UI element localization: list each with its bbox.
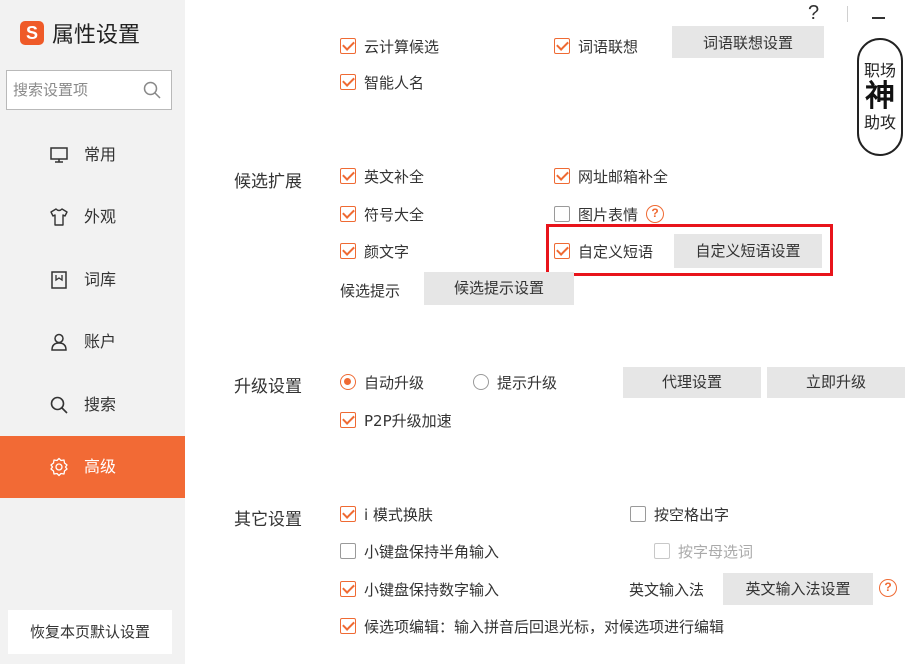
candidate-extension-section-label: 候选扩展: [234, 172, 302, 192]
clipped-top-row: 云计算候选 词语联想 词语联想设置: [330, 0, 850, 58]
upgrade-now-button[interactable]: 立即升级: [767, 367, 905, 398]
sidebar-item-dictionary[interactable]: 词库: [0, 249, 185, 311]
gear-icon: [50, 457, 68, 477]
image-emoji-help-icon[interactable]: ?: [646, 205, 665, 223]
app-title-text: 属性设置: [52, 23, 141, 48]
sidebar-item-label: 常用: [84, 145, 117, 164]
auto-upgrade-option[interactable]: 自动升级: [340, 372, 424, 392]
i-mode-skin-option[interactable]: i 模式换肤: [340, 504, 433, 524]
app-title: S 属性设置: [20, 18, 140, 48]
candidate-hint-label: 候选提示: [340, 282, 401, 300]
letter-select-checkbox: [654, 543, 670, 559]
sidebar-item-label: 账户: [84, 332, 117, 351]
sidebar-item-appearance[interactable]: 外观: [0, 186, 185, 248]
sidebar-item-search[interactable]: 搜索: [0, 374, 185, 436]
keypad-half-width-label: 小键盘保持半角输入: [364, 542, 500, 561]
word-association-option[interactable]: 词语联想: [554, 36, 638, 56]
url-email-option[interactable]: 网址邮箱补全: [554, 166, 668, 186]
symbols-checkbox[interactable]: [340, 206, 356, 222]
search-box[interactable]: [6, 70, 172, 110]
sogou-logo-icon: S: [20, 21, 44, 45]
dictionary-icon: [51, 271, 67, 289]
proxy-settings-button[interactable]: 代理设置: [623, 367, 761, 398]
image-emoji-checkbox[interactable]: [554, 206, 570, 222]
stamp-top-text: 职场: [863, 61, 896, 80]
symbols-label: 符号大全: [364, 205, 425, 224]
stamp-middle-text: 神: [865, 79, 895, 114]
english-complete-option[interactable]: 英文补全: [340, 166, 424, 186]
sidebar: S 属性设置 常用 外观 词库 账户: [0, 0, 185, 664]
english-complete-checkbox[interactable]: [340, 168, 356, 184]
search-icon: [50, 396, 68, 414]
monitor-icon: [50, 147, 68, 163]
image-emoji-label: 图片表情: [578, 205, 639, 224]
cloud-candidate-label: 云计算候选: [364, 37, 440, 56]
search-icon[interactable]: [143, 81, 161, 99]
minimize-button[interactable]: [872, 17, 885, 19]
search-input[interactable]: [13, 81, 139, 99]
space-output-label: 按空格出字: [654, 505, 730, 524]
sidebar-item-advanced[interactable]: 高级: [0, 436, 185, 498]
auto-upgrade-label: 自动升级: [364, 373, 425, 392]
prompt-upgrade-label: 提示升级: [497, 373, 558, 392]
smart-name-label: 智能人名: [364, 73, 425, 92]
letter-select-label: 按字母选词: [678, 542, 754, 561]
candidate-hint-settings-button[interactable]: 候选提示设置: [424, 272, 574, 305]
keypad-number-checkbox[interactable]: [340, 581, 356, 597]
sidebar-item-label: 高级: [84, 457, 117, 476]
prompt-upgrade-option[interactable]: 提示升级: [473, 372, 557, 392]
english-complete-label: 英文补全: [364, 167, 425, 186]
smart-name-checkbox[interactable]: [340, 74, 356, 90]
kaomoji-label: 颜文字: [364, 242, 410, 261]
space-output-option[interactable]: 按空格出字: [630, 504, 729, 524]
edit-candidate-option[interactable]: 候选项编辑：输入拼音后回退光标，对候选项进行编辑: [340, 616, 724, 636]
sidebar-item-label: 搜索: [84, 395, 117, 414]
user-icon: [51, 333, 67, 351]
word-association-settings-button[interactable]: 词语联想设置: [672, 26, 824, 58]
upgrade-section-label: 升级设置: [234, 377, 302, 397]
sidebar-item-account[interactable]: 账户: [0, 311, 185, 373]
p2p-upgrade-checkbox[interactable]: [340, 412, 356, 428]
prompt-upgrade-radio[interactable]: [473, 374, 489, 390]
restore-defaults-button[interactable]: 恢复本页默认设置: [8, 610, 172, 654]
smart-name-option[interactable]: 智能人名: [340, 72, 424, 92]
p2p-upgrade-label: P2P升级加速: [364, 411, 452, 430]
image-emoji-option[interactable]: 图片表情 ?: [554, 204, 665, 224]
highlight-box: [546, 224, 833, 276]
keypad-half-width-option[interactable]: 小键盘保持半角输入: [340, 541, 499, 561]
sidebar-item-common[interactable]: 常用: [0, 124, 185, 186]
english-ime-settings-button[interactable]: 英文输入法设置: [723, 573, 873, 605]
english-ime-help-icon[interactable]: ?: [879, 579, 897, 597]
symbols-option[interactable]: 符号大全: [340, 204, 424, 224]
workplace-stamp-logo: 职场 神 助攻: [857, 38, 903, 156]
auto-upgrade-radio[interactable]: [340, 374, 356, 390]
p2p-upgrade-option[interactable]: P2P升级加速: [340, 410, 452, 430]
cloud-candidate-option[interactable]: 云计算候选: [340, 36, 439, 56]
i-mode-skin-checkbox[interactable]: [340, 506, 356, 522]
other-settings-section-label: 其它设置: [234, 510, 302, 530]
edit-candidate-checkbox[interactable]: [340, 618, 356, 634]
sidebar-item-label: 外观: [84, 207, 117, 226]
url-email-label: 网址邮箱补全: [578, 167, 669, 186]
letter-select-option: 按字母选词: [654, 541, 753, 561]
keypad-number-option[interactable]: 小键盘保持数字输入: [340, 579, 499, 599]
keypad-half-width-checkbox[interactable]: [340, 543, 356, 559]
space-output-checkbox[interactable]: [630, 506, 646, 522]
kaomoji-option[interactable]: 颜文字: [340, 241, 409, 261]
url-email-checkbox[interactable]: [554, 168, 570, 184]
stamp-bottom-text: 助攻: [863, 113, 896, 132]
edit-candidate-label: 候选项编辑：输入拼音后回退光标，对候选项进行编辑: [364, 617, 725, 636]
english-ime-label: 英文输入法: [629, 581, 705, 599]
kaomoji-checkbox[interactable]: [340, 243, 356, 259]
i-mode-skin-label: i 模式换肤: [364, 505, 433, 524]
keypad-number-label: 小键盘保持数字输入: [364, 580, 500, 599]
cloud-candidate-checkbox[interactable]: [340, 38, 356, 54]
sidebar-item-label: 词库: [84, 270, 117, 289]
shirt-icon: [50, 208, 68, 226]
word-association-checkbox[interactable]: [554, 38, 570, 54]
word-association-label: 词语联想: [578, 37, 639, 56]
